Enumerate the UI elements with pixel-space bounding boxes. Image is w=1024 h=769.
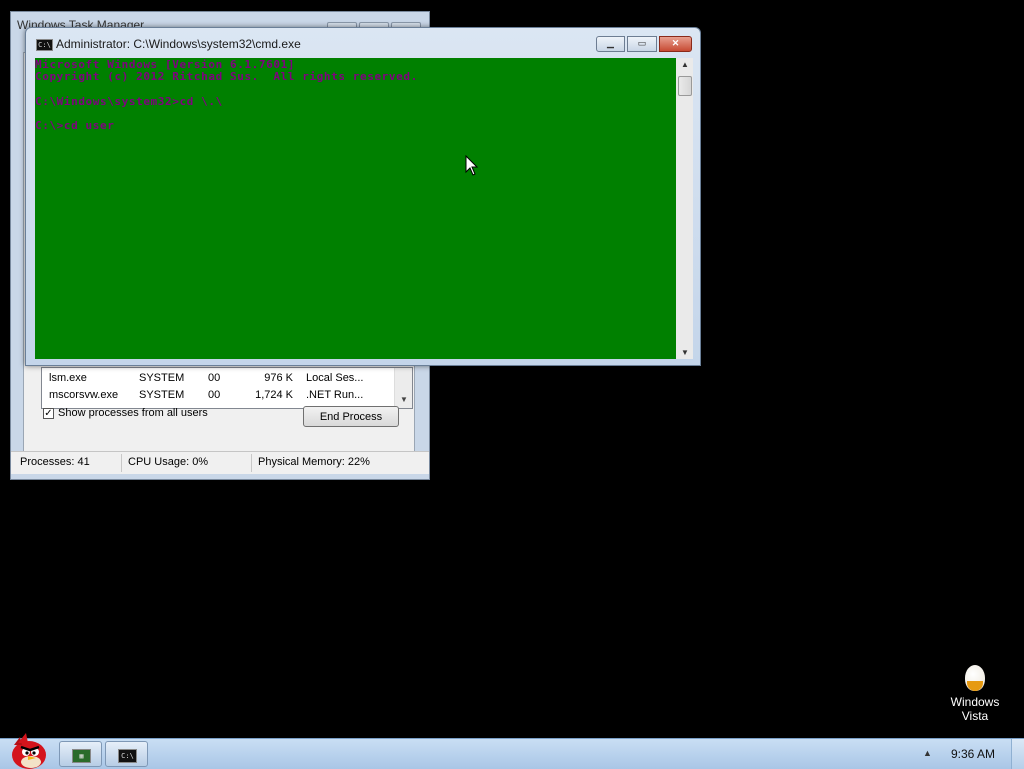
- scroll-down-icon[interactable]: ▼: [400, 395, 408, 404]
- process-user: SYSTEM: [139, 389, 185, 401]
- taskbar: ▦ C:\ ▲ 9:36 AM: [0, 733, 1024, 769]
- process-cpu: 00: [208, 372, 221, 384]
- scroll-up-icon[interactable]: ▲: [681, 60, 689, 69]
- taskbar-button-cmd[interactable]: C:\: [105, 741, 148, 767]
- show-all-processes-checkbox[interactable]: ✓ Show processes from all users: [43, 407, 208, 419]
- desktop-icon-label: Vista: [961, 709, 989, 723]
- process-memory: 976 K: [264, 372, 293, 384]
- show-desktop-button[interactable]: [1011, 739, 1024, 769]
- process-user: SYSTEM: [139, 372, 185, 384]
- show-all-label: Show processes from all users: [58, 407, 208, 419]
- process-name: lsm.exe: [49, 372, 87, 384]
- maximize-button[interactable]: ▭: [627, 36, 657, 52]
- show-hidden-icons-arrow-icon[interactable]: ▲: [923, 748, 932, 758]
- process-memory: 1,724 K: [255, 389, 293, 401]
- desktop-icon-windows-vista[interactable]: Windows Vista: [940, 665, 1010, 723]
- mouse-cursor-icon: [465, 155, 479, 176]
- table-row[interactable]: mscorsvw.exe SYSTEM 00 1,724 K .NET Run.…: [42, 387, 396, 404]
- taskbar-button-task-manager[interactable]: ▦: [59, 741, 102, 767]
- cmd-window[interactable]: C:\ Administrator: C:\Windows\system32\c…: [25, 27, 701, 366]
- task-manager-icon: ▦: [72, 749, 91, 763]
- status-cpu: CPU Usage: 0%: [128, 456, 209, 468]
- console-line: Copyright (c) 2012 Ritchad Sus. All righ…: [35, 70, 418, 83]
- process-list-scrollbar[interactable]: ▼: [394, 368, 412, 408]
- checkbox-icon[interactable]: ✓: [43, 407, 54, 419]
- close-button[interactable]: ✕: [659, 36, 692, 52]
- console-scrollbar[interactable]: ▲ ▼: [676, 58, 693, 359]
- desktop-icon-label: Windows: [950, 695, 1000, 709]
- process-description: .NET Run...: [306, 389, 364, 401]
- egg-icon: [965, 665, 985, 691]
- status-processes: Processes: 41: [20, 456, 90, 468]
- process-name: mscorsvw.exe: [49, 389, 119, 401]
- console-line: C:\Windows\system32>cd \.\: [35, 95, 223, 108]
- scroll-down-icon[interactable]: ▼: [681, 348, 689, 357]
- end-process-button[interactable]: End Process: [303, 406, 399, 427]
- status-memory: Physical Memory: 22%: [258, 456, 370, 468]
- clock[interactable]: 9:36 AM: [951, 747, 995, 761]
- process-list[interactable]: lsm.exe SYSTEM 00 976 K Local Ses... msc…: [41, 367, 413, 409]
- minimize-button[interactable]: ▁: [596, 36, 625, 52]
- scroll-thumb[interactable]: [678, 76, 692, 96]
- status-bar: Processes: 41 CPU Usage: 0% Physical Mem…: [11, 451, 429, 474]
- cmd-title: Administrator: C:\Windows\system32\cmd.e…: [56, 37, 301, 51]
- table-row[interactable]: lsm.exe SYSTEM 00 976 K Local Ses...: [42, 370, 396, 387]
- console-output[interactable]: Microsoft Windows [Version 6.1.7601] Cop…: [35, 58, 676, 359]
- process-description: Local Ses...: [306, 372, 364, 384]
- process-cpu: 00: [208, 389, 221, 401]
- cmd-icon: C:\: [118, 749, 137, 763]
- start-button-angry-bird-icon[interactable]: [4, 731, 50, 769]
- console-line: C:\>cd user: [35, 119, 115, 132]
- cmd-icon: C:\: [36, 39, 53, 51]
